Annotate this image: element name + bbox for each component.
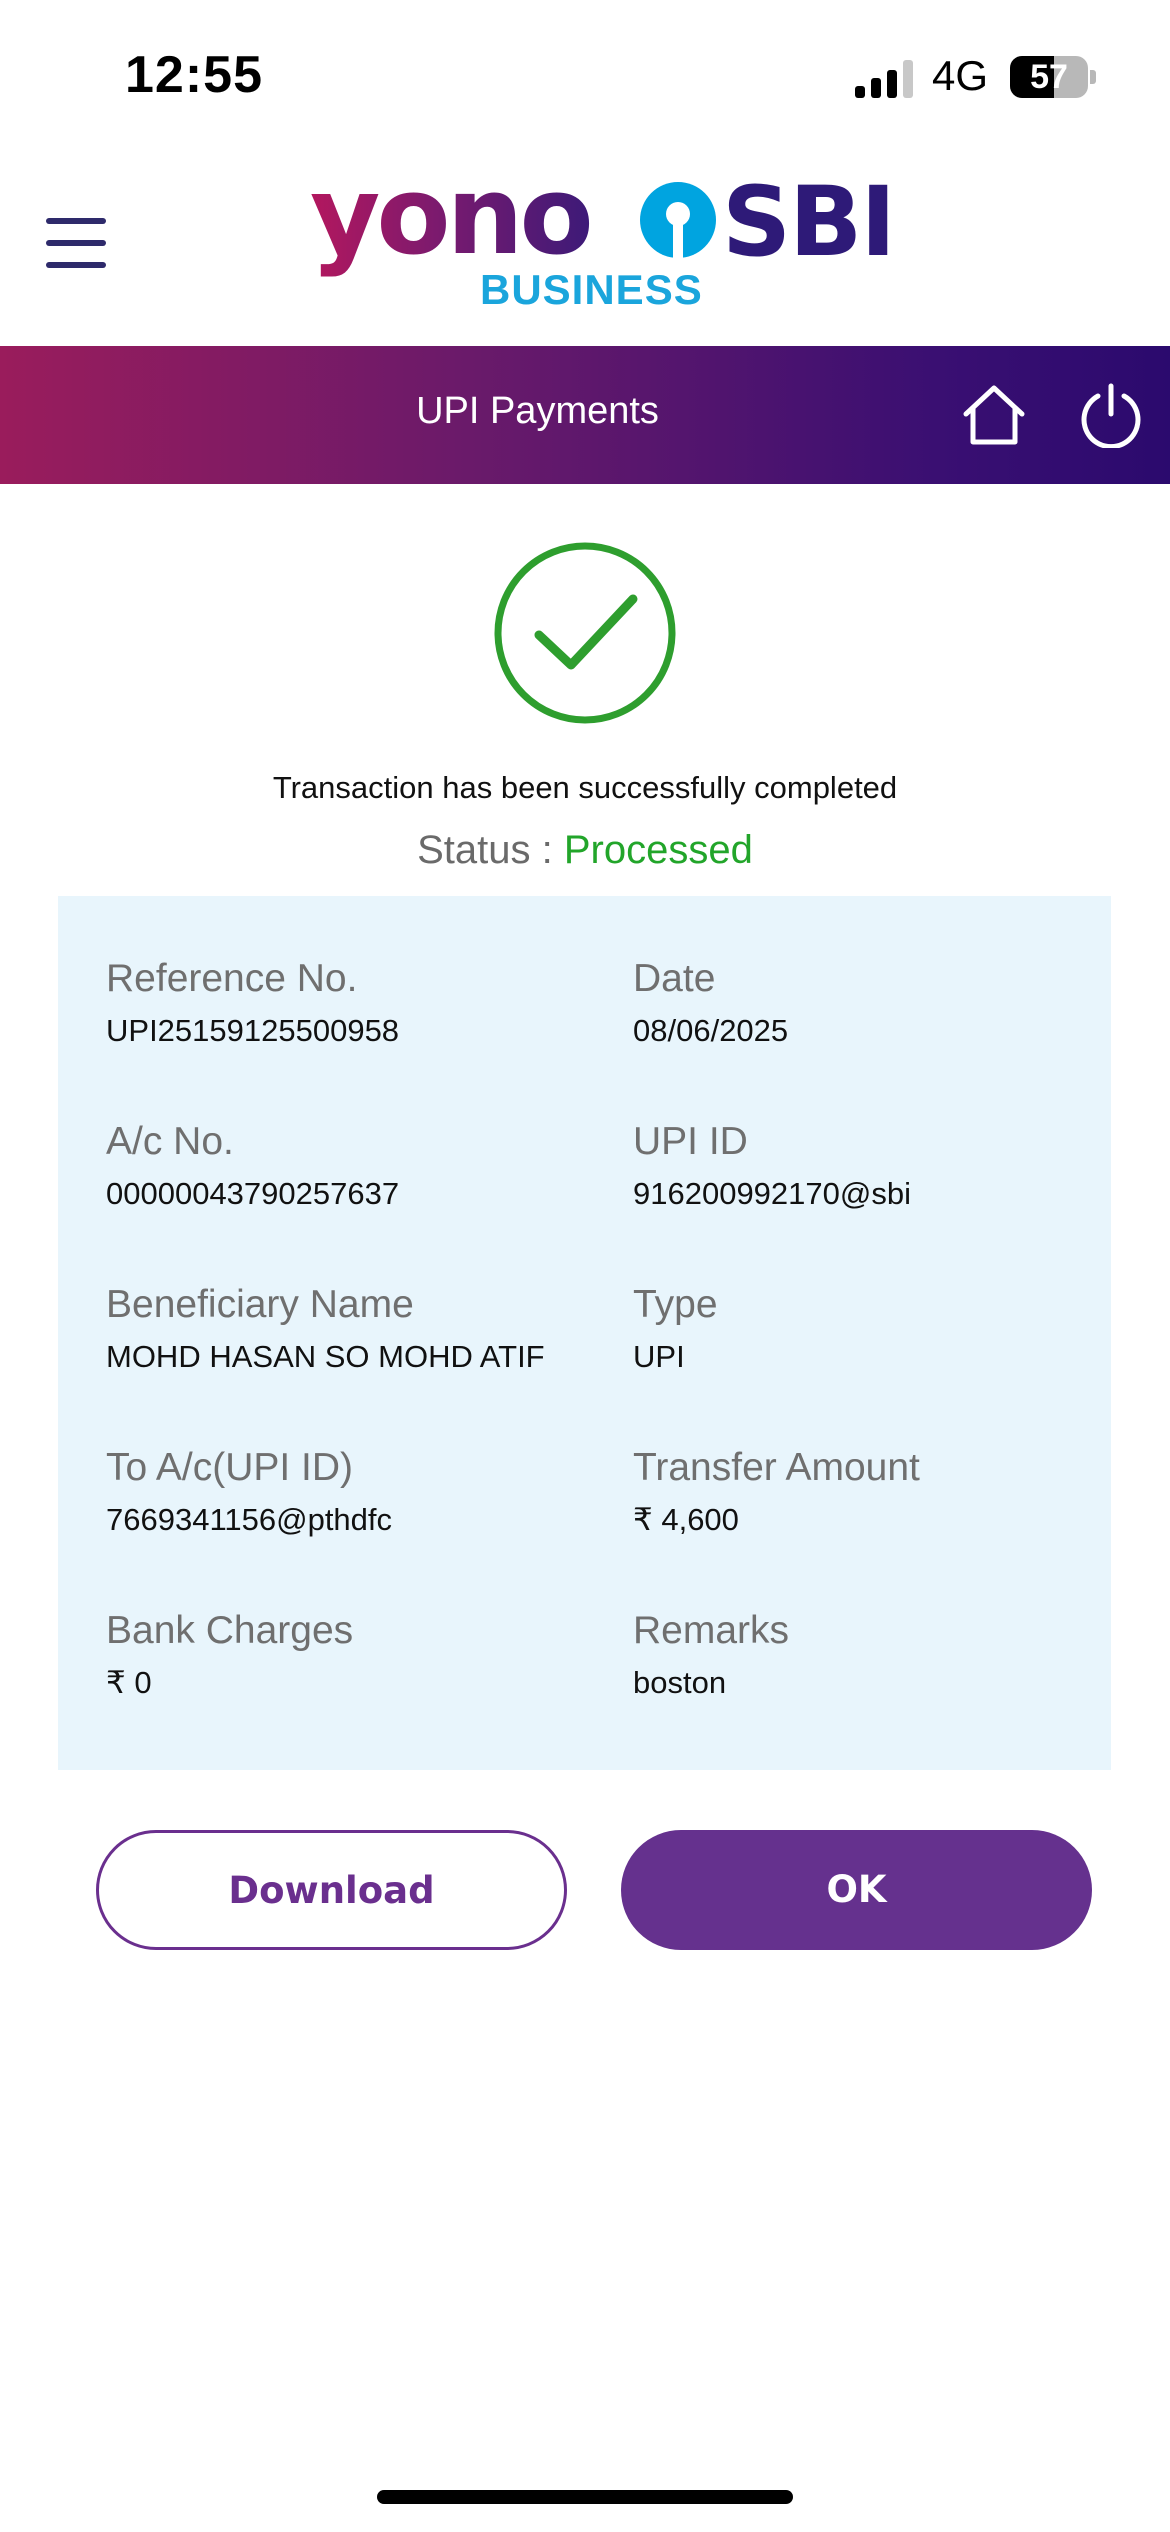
status-label: Status : — [417, 828, 564, 872]
battery-level: 57 — [1030, 58, 1068, 96]
type-label: Type — [633, 1283, 718, 1326]
transaction-details-card: Reference No. UPI25159125500958 Date 08/… — [58, 896, 1111, 1770]
logout-power-icon[interactable] — [1078, 382, 1144, 450]
account-label: A/c No. — [106, 1120, 234, 1163]
upi-id-value: 916200992170@sbi — [633, 1176, 911, 1211]
charges-field: Bank Charges ₹ 0 — [106, 1608, 606, 1702]
date-value: 08/06/2025 — [633, 1013, 789, 1048]
account-field: A/c No. 00000043790257637 — [106, 1119, 606, 1213]
remarks-value: boston — [633, 1665, 727, 1700]
title-bar: UPI Payments — [0, 346, 1170, 484]
network-type: 4G — [932, 52, 989, 99]
battery-tip — [1090, 70, 1096, 84]
success-message: Transaction has been successfully comple… — [272, 770, 898, 805]
page-title: UPI Payments — [416, 390, 659, 432]
date-label: Date — [633, 957, 716, 1000]
date-field: Date 08/06/2025 — [633, 956, 1133, 1050]
status-bar: 12:55 4G 57 — [0, 0, 1170, 150]
upi-id-label: UPI ID — [633, 1120, 748, 1163]
ok-button[interactable]: OK — [621, 1830, 1092, 1950]
sbi-emblem-icon — [640, 182, 716, 258]
success-checkmark-icon — [493, 541, 677, 725]
transaction-status: Status : Processed — [0, 828, 1170, 873]
upi-payment-receipt-screen: 12:55 4G 57 yono SBI BUSINESS UPI Paymen… — [0, 0, 1170, 2532]
reference-field: Reference No. UPI25159125500958 — [106, 956, 606, 1050]
amount-field: Transfer Amount ₹ 4,600 — [633, 1445, 1133, 1539]
charges-label: Bank Charges — [106, 1609, 354, 1652]
type-value: UPI — [633, 1339, 685, 1374]
charges-value: ₹ 0 — [106, 1665, 152, 1700]
beneficiary-field: Beneficiary Name MOHD HASAN SO MOHD ATIF — [106, 1282, 606, 1376]
to-account-field: To A/c(UPI ID) 7669341156@pthdfc — [106, 1445, 606, 1539]
to-account-value: 7669341156@pthdfc — [106, 1502, 393, 1537]
type-field: Type UPI — [633, 1282, 1133, 1376]
account-value: 00000043790257637 — [106, 1176, 400, 1211]
yono-sbi-business-logo: yono SBI BUSINESS — [310, 154, 896, 318]
home-indicator[interactable] — [377, 2490, 793, 2504]
battery-icon: 57 — [1010, 56, 1088, 98]
status-value: Processed — [563, 828, 753, 872]
amount-value: ₹ 4,600 — [633, 1502, 739, 1537]
download-button[interactable]: Download — [96, 1830, 567, 1950]
reference-label: Reference No. — [106, 957, 358, 1000]
logo-business-text: BUSINESS — [480, 266, 703, 313]
amount-label: Transfer Amount — [633, 1446, 920, 1489]
remarks-label: Remarks — [633, 1609, 790, 1652]
logo-yono-text: yono — [310, 154, 594, 279]
remarks-field: Remarks boston — [633, 1608, 1133, 1702]
cellular-signal-icon — [855, 60, 915, 98]
logo-sbi-text: SBI — [722, 166, 896, 278]
home-icon[interactable] — [962, 384, 1026, 446]
hamburger-menu-icon[interactable] — [46, 218, 106, 270]
beneficiary-value: MOHD HASAN SO MOHD ATIF — [106, 1339, 545, 1374]
beneficiary-label: Beneficiary Name — [106, 1283, 414, 1326]
status-time: 12:55 — [125, 46, 263, 104]
to-account-label: To A/c(UPI ID) — [106, 1446, 354, 1489]
reference-value: UPI25159125500958 — [106, 1013, 400, 1048]
upi-id-field: UPI ID 916200992170@sbi — [633, 1119, 1133, 1213]
